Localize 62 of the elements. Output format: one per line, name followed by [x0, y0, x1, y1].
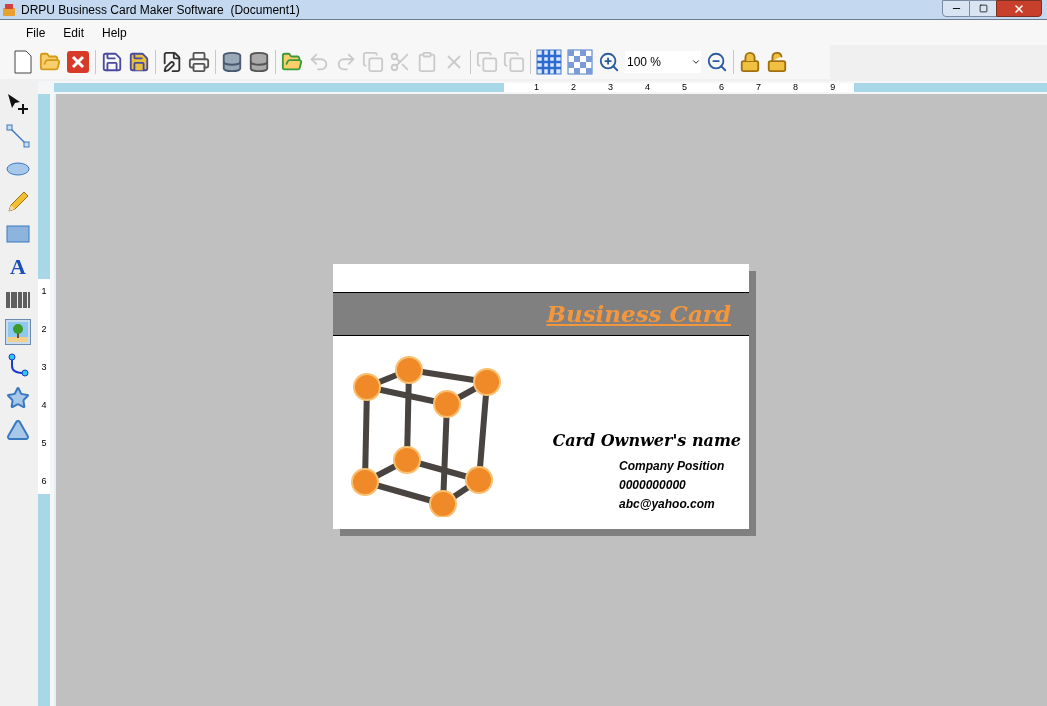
close-tool-button[interactable] [66, 50, 90, 74]
line-tool-icon [6, 124, 30, 149]
ruler-number: 7 [756, 83, 762, 92]
grid-tool-button[interactable] [536, 49, 562, 75]
rectangle-icon [6, 225, 30, 244]
restore-icon [978, 4, 988, 13]
unlock-tool-button[interactable] [766, 51, 788, 73]
card-detail: Company Position [619, 458, 725, 475]
open-tool-button[interactable] [39, 51, 61, 73]
zoom-in-tool-button[interactable] [598, 51, 620, 73]
text-tool-icon: A [10, 256, 26, 278]
menu-item[interactable]: Help [94, 23, 135, 42]
triangle-icon [6, 418, 30, 443]
pointer-move-icon [6, 91, 30, 116]
curve-icon [7, 352, 29, 377]
ruler-number: 2 [41, 323, 47, 336]
drawing-tool[interactable] [5, 91, 31, 117]
restore-button[interactable] [970, 0, 996, 17]
ruler-number: 1 [534, 83, 539, 92]
print-tool-button[interactable] [188, 51, 210, 73]
ruler-number: 3 [608, 83, 614, 92]
card-detail: abc@yahoo.com [619, 496, 715, 513]
save-as-tool-button[interactable] [128, 51, 150, 73]
db-tool-button[interactable] [248, 51, 270, 73]
lock-tool-button[interactable] [739, 51, 761, 73]
app-logo-icon [2, 2, 16, 17]
ruler-number: 6 [719, 83, 725, 92]
pencil-icon [6, 189, 30, 214]
ruler-number: 5 [41, 437, 47, 450]
ruler-number: 6 [41, 475, 47, 488]
menu-item[interactable]: File [18, 23, 54, 42]
card-title: Business Card [546, 298, 731, 329]
close-icon [1013, 2, 1025, 15]
card-detail: 0000000000 [619, 477, 686, 494]
menu-item[interactable]: Edit [55, 23, 93, 42]
drawing-tool[interactable] [5, 352, 31, 378]
ruler-number: 5 [682, 83, 688, 92]
export-tool-button[interactable] [281, 51, 303, 73]
ruler-number: 2 [571, 83, 577, 92]
ruler-number: 4 [645, 83, 651, 92]
ruler-number: 3 [41, 361, 47, 374]
checker-tool-button[interactable] [567, 49, 593, 75]
zoom-dropdown[interactable]: 100 % [625, 51, 701, 73]
owner-name: Card Ownwer's name [552, 430, 741, 452]
drawing-tool[interactable]: A [5, 254, 31, 280]
zoom-out-tool-button[interactable] [706, 51, 728, 73]
ruler-number: 1 [41, 285, 47, 298]
ellipse-icon [6, 162, 30, 177]
picture-icon [7, 321, 29, 344]
window-title: DRPU Business Card Maker Software (Document1) [21, 1, 300, 19]
ruler-number: 9 [830, 83, 836, 92]
caret-icon [691, 57, 701, 67]
save-tool-button[interactable] [101, 51, 123, 73]
star-icon [6, 385, 30, 410]
minimize-button[interactable] [942, 0, 970, 17]
new-tool-button[interactable] [12, 50, 34, 74]
ruler-number: 4 [41, 399, 47, 412]
ruler-number: 8 [793, 83, 799, 92]
close-button[interactable] [996, 0, 1042, 17]
edit-tool-button[interactable] [161, 51, 183, 73]
db-add-tool-button[interactable] [221, 51, 243, 73]
barcode-icon [6, 291, 30, 308]
